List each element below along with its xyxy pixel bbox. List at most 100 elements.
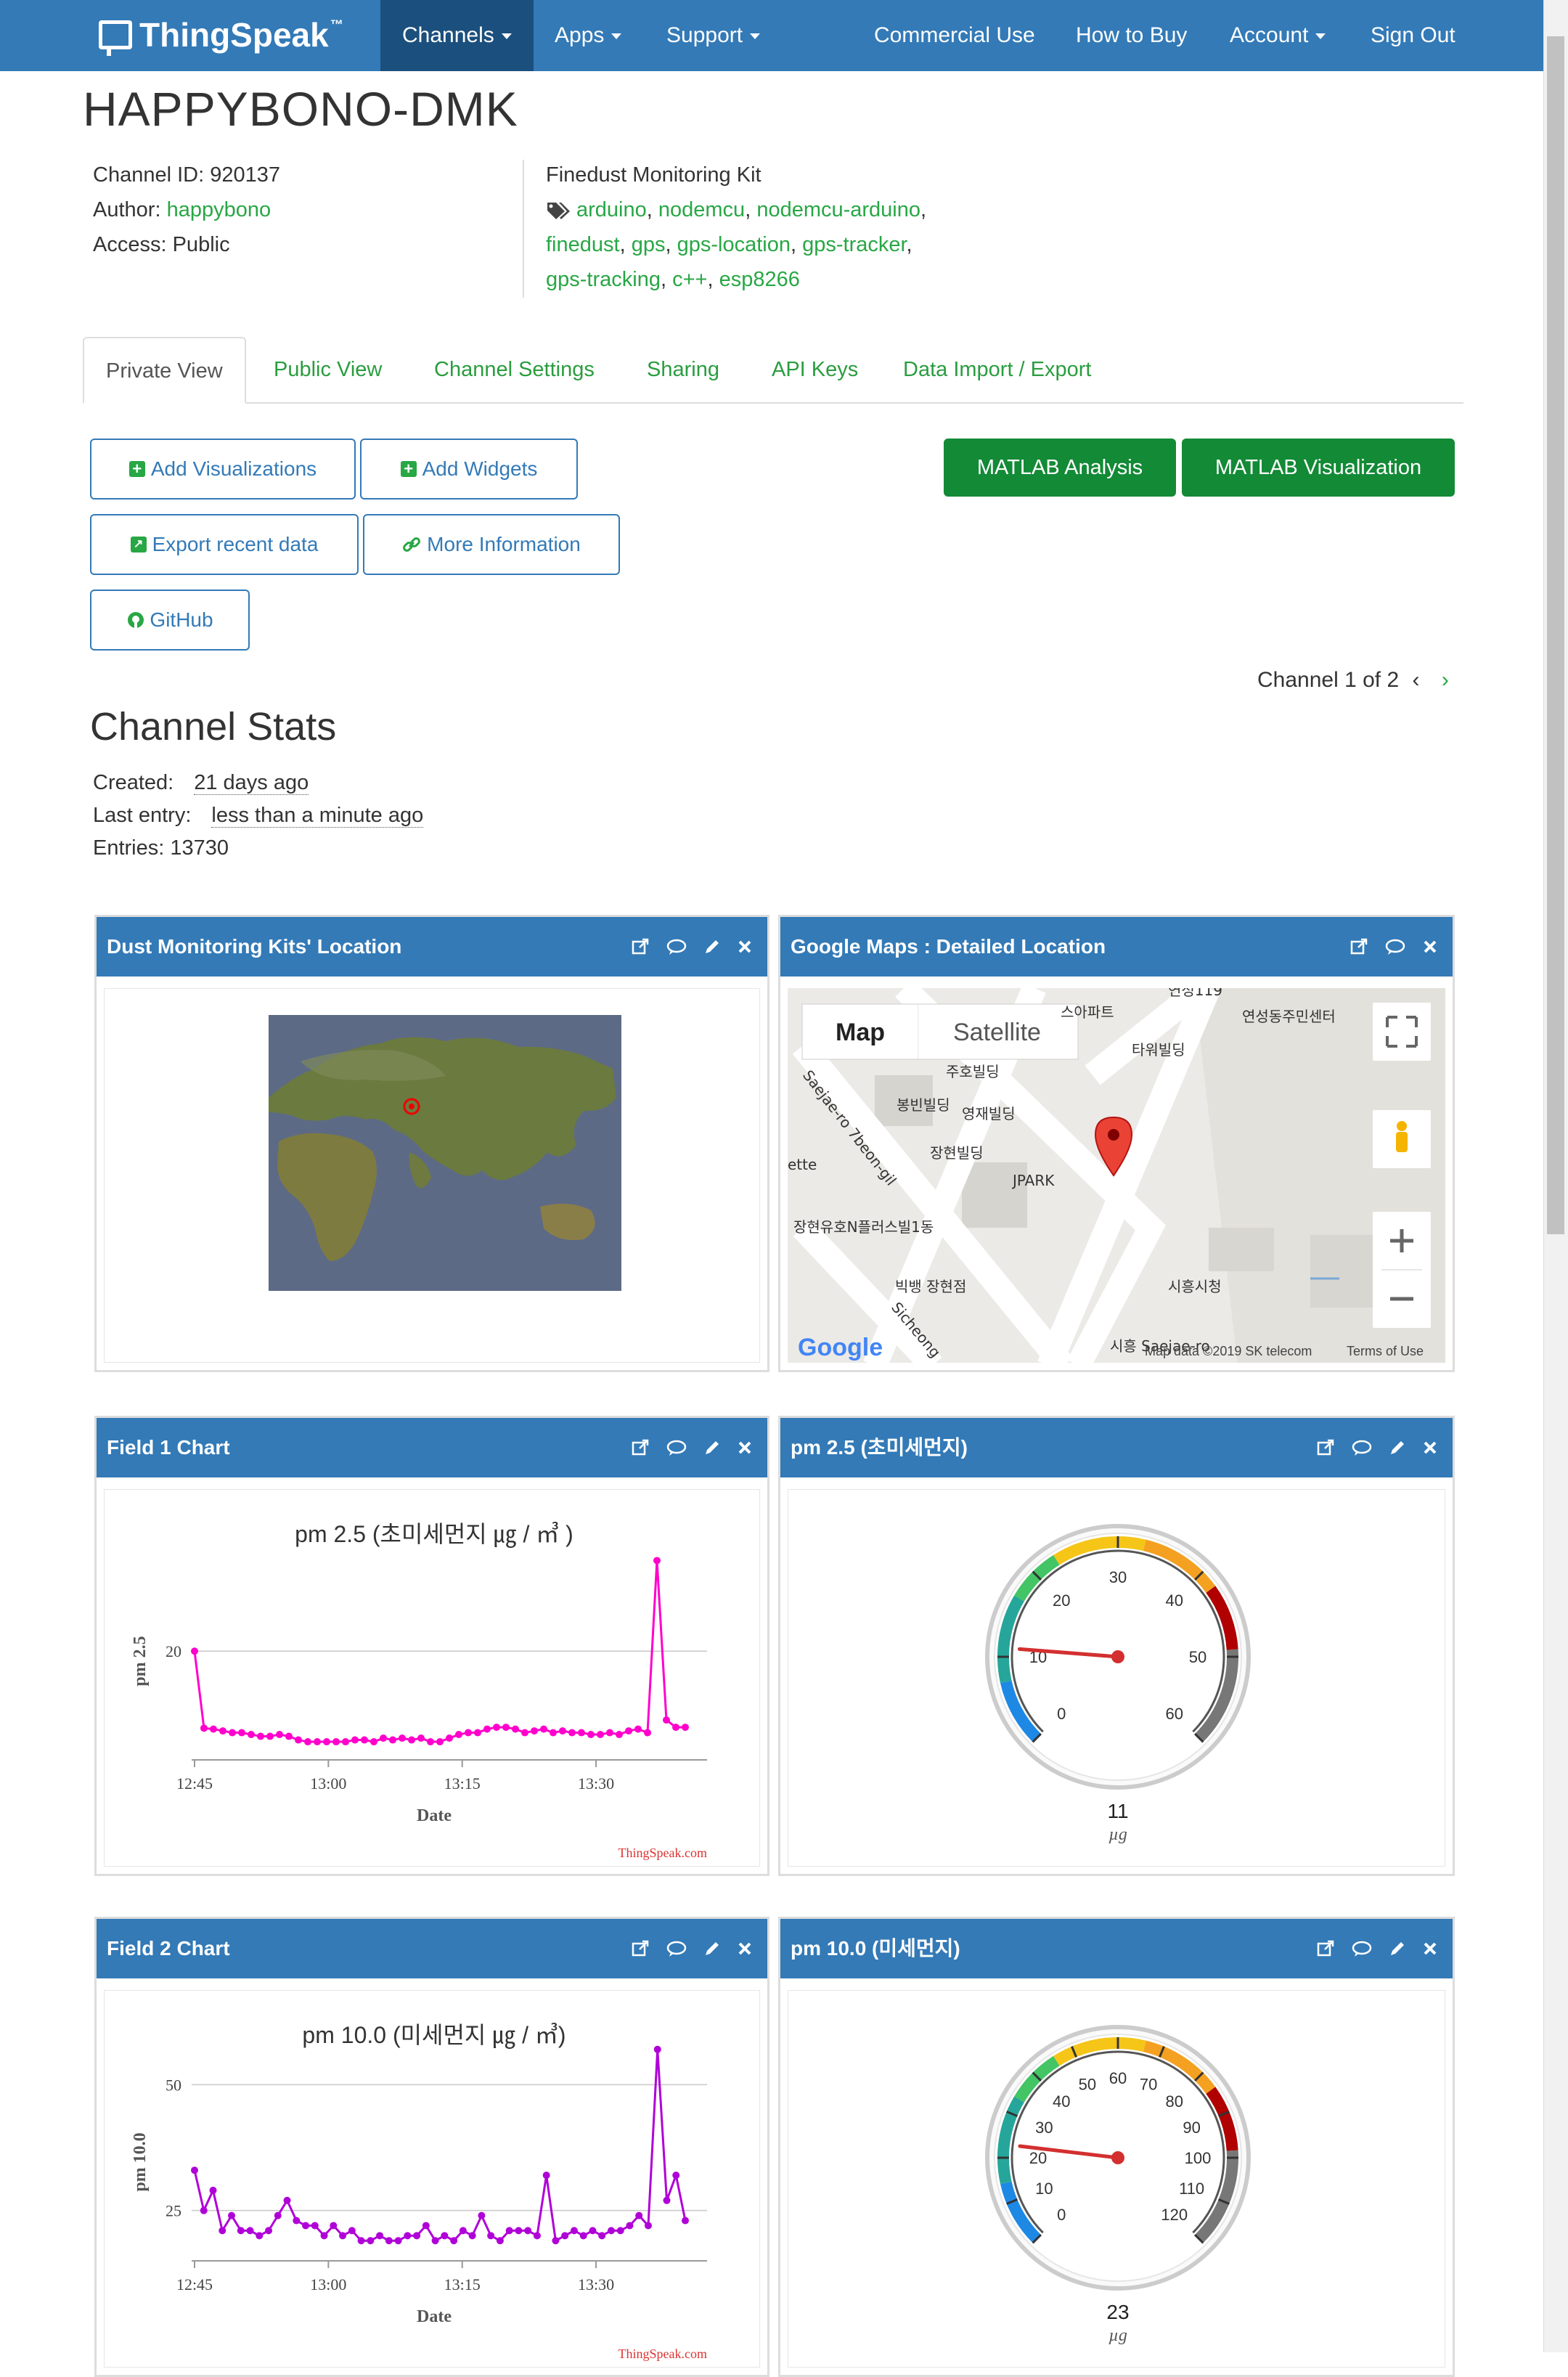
data-point[interactable]: [616, 1731, 623, 1739]
map-tab[interactable]: Map: [836, 1019, 885, 1046]
data-point[interactable]: [330, 2222, 338, 2230]
data-point[interactable]: [257, 1732, 264, 1740]
data-point[interactable]: [200, 1724, 208, 1732]
data-point[interactable]: [238, 1729, 245, 1737]
comment-icon[interactable]: [666, 1939, 687, 1958]
nav-commercial-use[interactable]: Commercial Use: [852, 0, 1057, 71]
close-icon[interactable]: [1422, 1941, 1438, 1957]
tag-link[interactable]: gps-location: [677, 233, 791, 256]
data-point[interactable]: [653, 1557, 661, 1565]
comment-icon[interactable]: [666, 937, 687, 956]
data-point[interactable]: [276, 1731, 283, 1739]
export-recent-data-button[interactable]: ↗ Export recent data: [90, 514, 359, 575]
data-point[interactable]: [533, 2232, 541, 2240]
data-point[interactable]: [625, 1727, 632, 1735]
data-point[interactable]: [357, 2237, 365, 2245]
data-point[interactable]: [304, 1738, 311, 1746]
data-point[interactable]: [559, 1727, 566, 1735]
tab-channel-settings[interactable]: Channel Settings: [434, 337, 595, 402]
data-point[interactable]: [672, 2172, 680, 2180]
pegman-icon[interactable]: [1373, 1110, 1431, 1168]
data-point[interactable]: [502, 1724, 510, 1732]
data-point[interactable]: [311, 2222, 319, 2230]
data-point[interactable]: [474, 1729, 481, 1737]
data-point[interactable]: [597, 1731, 604, 1739]
data-point[interactable]: [578, 1729, 585, 1737]
chevron-right-icon[interactable]: ›: [1442, 668, 1449, 692]
data-point[interactable]: [370, 1738, 377, 1746]
nav-how-to-buy[interactable]: How to Buy: [1054, 0, 1209, 71]
data-point[interactable]: [635, 2211, 643, 2219]
data-point[interactable]: [682, 1724, 689, 1732]
github-button[interactable]: GitHub: [90, 590, 250, 651]
pencil-icon[interactable]: [703, 1439, 721, 1456]
data-point[interactable]: [589, 2227, 597, 2235]
data-point[interactable]: [302, 2222, 310, 2230]
data-point[interactable]: [493, 1724, 500, 1732]
tag-link[interactable]: esp8266: [719, 268, 800, 291]
add-visualizations-button[interactable]: + Add Visualizations: [90, 439, 356, 500]
close-icon[interactable]: [737, 939, 753, 955]
data-point[interactable]: [446, 1734, 453, 1742]
data-point[interactable]: [361, 1736, 368, 1744]
data-point[interactable]: [394, 2237, 402, 2245]
pencil-icon[interactable]: [703, 938, 721, 955]
data-point[interactable]: [229, 1729, 236, 1737]
data-point[interactable]: [468, 2232, 476, 2240]
data-point[interactable]: [441, 2232, 449, 2240]
add-widgets-button[interactable]: + Add Widgets: [360, 439, 578, 500]
data-point[interactable]: [348, 2227, 356, 2235]
data-point[interactable]: [455, 1731, 462, 1739]
tag-link[interactable]: c++: [672, 268, 707, 291]
pencil-icon[interactable]: [703, 1940, 721, 1957]
data-point[interactable]: [524, 2227, 532, 2235]
map-body[interactable]: Map Satellite 연성119 연성동주민센터 스아파트 타워빌딩 주호…: [788, 988, 1445, 1363]
close-icon[interactable]: [1422, 1440, 1438, 1456]
data-point[interactable]: [248, 1731, 255, 1739]
data-point[interactable]: [644, 1729, 651, 1737]
tag-link[interactable]: finedust: [546, 233, 620, 256]
data-point[interactable]: [672, 1724, 679, 1732]
data-point[interactable]: [579, 2232, 587, 2240]
tab-api-keys[interactable]: API Keys: [772, 337, 858, 402]
data-point[interactable]: [404, 2232, 412, 2240]
data-point[interactable]: [512, 1725, 519, 1733]
data-point[interactable]: [256, 2232, 264, 2240]
data-point[interactable]: [568, 1729, 576, 1737]
tag-link[interactable]: gps: [632, 233, 666, 256]
tab-private-view[interactable]: Private View: [83, 337, 246, 404]
close-icon[interactable]: [737, 1440, 753, 1456]
data-point[interactable]: [607, 2227, 615, 2235]
fullscreen-button[interactable]: [1373, 1003, 1431, 1061]
data-point[interactable]: [339, 2232, 347, 2240]
tag-link[interactable]: arduino: [576, 198, 647, 221]
tab-data-import-export[interactable]: Data Import / Export: [903, 337, 1092, 402]
tab-sharing[interactable]: Sharing: [647, 337, 719, 402]
data-point[interactable]: [626, 2222, 634, 2230]
data-point[interactable]: [540, 1725, 547, 1733]
data-point[interactable]: [644, 2222, 652, 2230]
data-point[interactable]: [496, 2237, 504, 2245]
data-point[interactable]: [561, 2232, 569, 2240]
data-point[interactable]: [274, 2211, 282, 2219]
data-point[interactable]: [515, 2227, 523, 2235]
zoom-controls[interactable]: [1373, 1212, 1431, 1328]
external-link-icon[interactable]: [631, 1939, 650, 1958]
data-point[interactable]: [616, 2227, 624, 2235]
data-point[interactable]: [380, 1734, 387, 1742]
data-point[interactable]: [332, 1738, 340, 1746]
satellite-tab[interactable]: Satellite: [953, 1019, 1041, 1046]
external-link-icon[interactable]: [631, 1438, 650, 1457]
tag-link[interactable]: gps-tracker: [802, 233, 906, 256]
external-link-icon[interactable]: [1316, 1939, 1335, 1958]
external-link-icon[interactable]: [1349, 937, 1368, 956]
nav-apps[interactable]: Apps: [533, 0, 643, 71]
data-point[interactable]: [606, 1729, 613, 1737]
data-point[interactable]: [417, 1734, 425, 1742]
tag-link[interactable]: nodemcu: [658, 198, 745, 221]
data-point[interactable]: [293, 2217, 301, 2225]
data-point[interactable]: [408, 1736, 415, 1744]
chart-credit[interactable]: ThingSpeak.com: [618, 2347, 707, 2361]
data-point[interactable]: [413, 2232, 421, 2240]
data-point[interactable]: [265, 2227, 273, 2235]
